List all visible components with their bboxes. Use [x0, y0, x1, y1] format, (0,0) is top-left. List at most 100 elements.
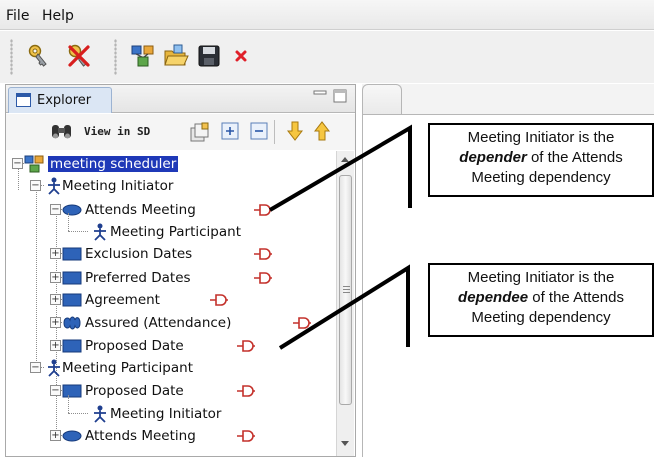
callout-depender-line2-rest: of the Attends: [526, 149, 623, 166]
open-folder-icon[interactable]: [163, 43, 189, 69]
main-toolbar: [0, 31, 654, 83]
explorer-toolbar: View in SD: [6, 114, 355, 150]
binoculars-icon[interactable]: [50, 122, 74, 142]
tab-explorer[interactable]: Explorer: [8, 87, 112, 113]
tree-node-label: Meeting Participant: [110, 224, 241, 240]
tree-node[interactable]: − Attends Meeting: [6, 199, 336, 221]
collapse-all-icon[interactable]: [250, 122, 268, 140]
delete-key-icon[interactable]: [66, 43, 92, 69]
resource-icon: [62, 247, 82, 261]
tree-node-label: meeting scheduler: [48, 156, 179, 172]
explorer-tab-bar: Explorer: [6, 85, 355, 113]
tree-node[interactable]: + Preferred Dates: [6, 267, 336, 289]
callout-dependee-line2-rest: of the Attends: [528, 289, 624, 306]
expand-toggle[interactable]: +: [50, 248, 61, 259]
callout-depender-keyword: depender: [459, 149, 527, 166]
callout-dependee-line3: Meeting dependency: [471, 309, 611, 326]
dependency-link-icon[interactable]: [253, 272, 273, 284]
toolbar-grip-2[interactable]: [114, 39, 117, 75]
dependency-link-icon[interactable]: [236, 385, 256, 397]
explorer-panel: Explorer View in SD − meeting scheduler …: [5, 84, 356, 457]
tree-node[interactable]: + Assured (Attendance): [6, 312, 336, 334]
expand-all-icon[interactable]: [221, 122, 239, 140]
tree-node-label: Assured (Attendance): [85, 315, 232, 331]
dependency-link-icon[interactable]: [253, 204, 273, 216]
tree-connector: [68, 213, 69, 231]
tree-node[interactable]: − Meeting Participant: [6, 357, 336, 379]
callout-dependee-line1: Meeting Initiator is the: [467, 269, 615, 286]
menu-help[interactable]: Help: [42, 8, 74, 24]
expand-toggle[interactable]: +: [50, 317, 61, 328]
callout-depender-line3: Meeting dependency: [471, 169, 611, 186]
menu-bar: File Help: [0, 0, 654, 30]
callout-dependee-keyword: dependee: [458, 289, 529, 306]
goal-icon: [62, 204, 82, 216]
callout-dependee: Meeting Initiator is the dependee of the…: [428, 263, 654, 337]
callout-depender: Meeting Initiator is the depender of the…: [428, 123, 654, 197]
dependency-link-icon[interactable]: [236, 340, 256, 352]
scroll-thumb[interactable]: [339, 175, 352, 405]
collapse-toggle[interactable]: −: [30, 180, 41, 191]
menu-file[interactable]: File: [6, 8, 29, 24]
callout-depender-line2: depender of the Attends: [430, 148, 652, 168]
callout-dependee-line2: dependee of the Attends: [430, 288, 652, 308]
tree-scrollbar[interactable]: [336, 151, 354, 456]
tree-node[interactable]: + Exclusion Dates: [6, 243, 336, 265]
scroll-up-arrow[interactable]: [341, 157, 349, 162]
tree-node[interactable]: − meeting scheduler: [6, 153, 336, 175]
tree-node[interactable]: Meeting Initiator: [6, 395, 336, 425]
tree-node[interactable]: + Agreement: [6, 289, 336, 311]
actor-icon: [94, 223, 106, 241]
actor-icon: [94, 405, 106, 423]
tree-node-label: Meeting Initiator: [110, 406, 222, 422]
expand-toggle[interactable]: +: [50, 294, 61, 305]
expand-toggle[interactable]: +: [50, 340, 61, 351]
model-icon[interactable]: [130, 43, 156, 69]
tree-node[interactable]: − Proposed Date: [6, 380, 336, 402]
save-icon[interactable]: [196, 43, 222, 69]
tree-node-label: Agreement: [85, 292, 160, 308]
expand-toggle[interactable]: +: [50, 430, 61, 441]
tree-node-label: Meeting Initiator: [62, 178, 174, 194]
goal-icon: [62, 430, 82, 442]
maximize-icon[interactable]: [333, 89, 347, 103]
view-in-sd-button[interactable]: View in SD: [84, 125, 150, 138]
model-icon: [24, 155, 44, 173]
expand-toggle[interactable]: +: [50, 272, 61, 283]
tree-connector: [68, 231, 88, 232]
tree-node[interactable]: + Proposed Date: [6, 335, 336, 357]
new-item-icon[interactable]: [188, 121, 210, 143]
tree-node[interactable]: Meeting Participant: [6, 213, 336, 243]
minimize-icon[interactable]: [313, 89, 327, 101]
tree-node[interactable]: − Meeting Initiator: [6, 175, 336, 197]
explorer-tab-label: Explorer: [37, 93, 92, 108]
tree-node-label: Attends Meeting: [85, 428, 196, 444]
dependency-link-icon[interactable]: [253, 248, 273, 260]
dependency-link-icon[interactable]: [236, 430, 256, 442]
collapse-toggle[interactable]: −: [12, 158, 23, 169]
collapse-toggle[interactable]: −: [50, 385, 61, 396]
scroll-down-arrow[interactable]: [341, 441, 349, 446]
tree-node-label: Meeting Participant: [62, 360, 193, 376]
tree-node[interactable]: + Attends Meeting: [6, 425, 336, 447]
move-down-icon[interactable]: [286, 120, 304, 142]
move-up-icon[interactable]: [313, 120, 331, 142]
dependency-link-icon[interactable]: [209, 294, 229, 306]
resource-icon: [62, 339, 82, 353]
dependency-link-icon[interactable]: [292, 317, 312, 329]
explorer-tree: − meeting scheduler − Meeting Initiator − Att…: [6, 151, 355, 456]
key-icon[interactable]: [26, 43, 52, 69]
collapse-toggle[interactable]: −: [30, 362, 41, 373]
tree-node-label: Attends Meeting: [85, 202, 196, 218]
close-icon[interactable]: [229, 43, 255, 69]
softgoal-icon: [63, 316, 81, 330]
editor-tab[interactable]: [362, 84, 402, 114]
collapse-toggle[interactable]: −: [50, 204, 61, 215]
toolbar-grip[interactable]: [10, 39, 13, 75]
resource-icon: [62, 293, 82, 307]
tree-node-label: Proposed Date: [85, 383, 184, 399]
tree-connector: [68, 413, 88, 414]
window-icon: [16, 93, 31, 107]
resource-icon: [62, 384, 82, 398]
tree-node-label: Proposed Date: [85, 338, 184, 354]
